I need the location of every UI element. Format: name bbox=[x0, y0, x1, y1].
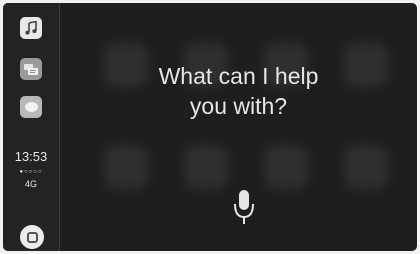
home-icon bbox=[26, 231, 38, 243]
home-button[interactable] bbox=[20, 225, 44, 249]
blurred-app-tile bbox=[264, 145, 308, 189]
signal-strength: ●○○○○ bbox=[19, 169, 43, 175]
podcast-icon bbox=[24, 64, 38, 75]
blurred-app-tile bbox=[104, 145, 148, 189]
siri-prompt-line-2: you with? bbox=[189, 93, 288, 119]
carplay-screen: 13:53 ●○○○○ 4G What can I help you with? bbox=[3, 3, 417, 251]
sidebar: 13:53 ●○○○○ 4G bbox=[3, 3, 60, 251]
music-app-icon[interactable] bbox=[20, 17, 42, 39]
speech-bubble-icon bbox=[24, 102, 38, 112]
microphone-icon bbox=[234, 190, 254, 224]
microphone-button[interactable] bbox=[232, 188, 256, 228]
podcasts-app-icon[interactable] bbox=[20, 58, 42, 80]
network-type: 4G bbox=[24, 179, 37, 189]
siri-prompt-line-1: What can I help bbox=[158, 63, 319, 89]
blurred-app-tile bbox=[184, 145, 228, 189]
music-note-icon bbox=[25, 21, 37, 35]
blurred-app-tile bbox=[344, 145, 388, 189]
messages-app-icon[interactable] bbox=[20, 96, 42, 118]
siri-prompt: What can I help you with? bbox=[60, 61, 417, 121]
siri-panel: What can I help you with? bbox=[60, 3, 417, 251]
status-time: 13:53 bbox=[14, 149, 48, 164]
